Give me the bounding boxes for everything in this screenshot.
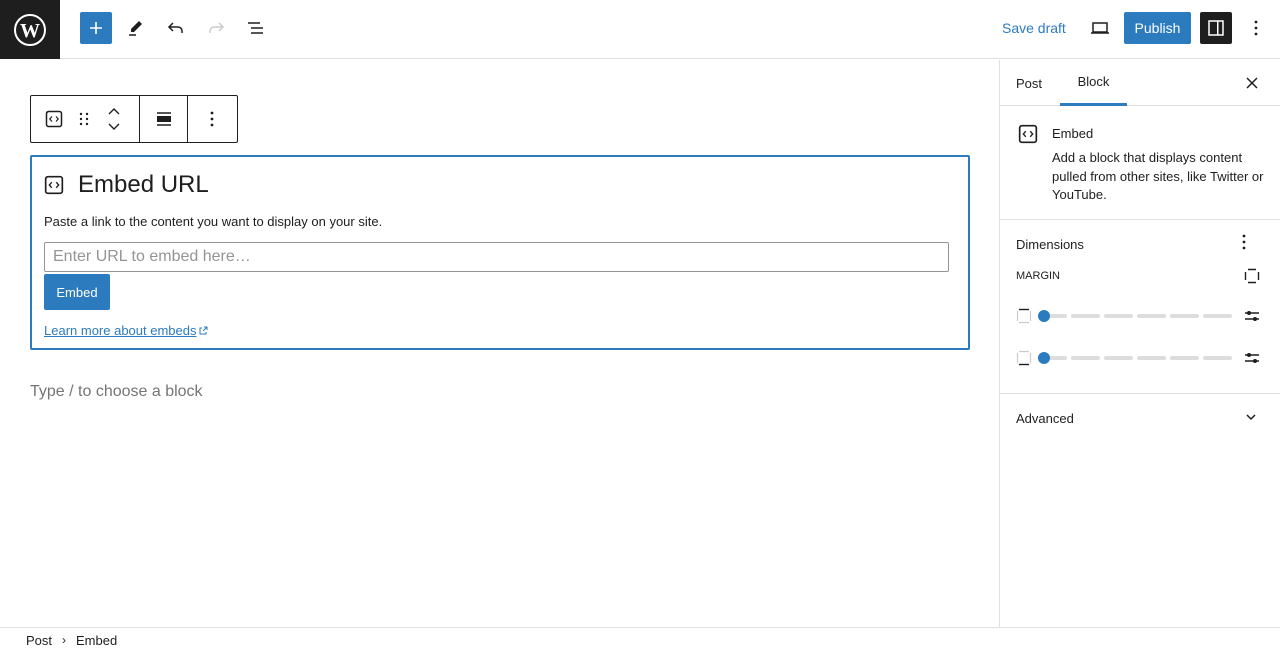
embed-icon [44,175,64,195]
embed-instructions: Paste a link to the content you want to … [44,214,383,229]
plus-icon [90,22,102,34]
advanced-title: Advanced [1016,411,1074,426]
margin-bottom-icon [1016,350,1032,366]
list-view-icon [248,22,263,34]
range-step [1170,356,1199,360]
block-switcher-button[interactable] [39,96,69,142]
margin-top-slider[interactable] [1038,310,1232,322]
chevron-up-icon[interactable] [108,108,120,115]
settings-sidebar: Post Block Embed Add a block that displa… [999,60,1280,627]
learn-more-text: Learn more about embeds [44,323,197,338]
editor-header: W Save draft Publish [0,0,1280,59]
align-button[interactable] [149,96,179,142]
list-view-button[interactable] [240,12,272,44]
unlink-sides-button[interactable] [1244,268,1260,289]
block-mover [99,96,129,142]
tab-block[interactable]: Block [1060,60,1127,106]
embed-url-input[interactable] [44,242,949,272]
embed-icon [1018,124,1038,144]
margin-bottom-control [1016,348,1266,368]
tools-button[interactable] [120,12,152,44]
range-thumb[interactable] [1038,352,1050,364]
default-block-appender[interactable]: Type / to choose a block [30,383,203,401]
settings-toggle-button[interactable] [1200,12,1232,44]
dimensions-title: Dimensions [1016,237,1084,252]
wordpress-logo[interactable]: W [0,0,60,59]
range-step [1203,314,1232,318]
advanced-panel-toggle[interactable]: Advanced [1000,394,1280,442]
settings-sliders-icon [1245,353,1259,363]
embed-placeholder-label: Embed URL [44,171,209,199]
range-step [1104,314,1133,318]
more-vertical-icon [1254,20,1258,36]
margin-top-custom-button[interactable] [1244,308,1260,329]
embed-icon [45,110,63,128]
range-step [1137,356,1166,360]
embed-title: Embed URL [78,171,209,198]
close-sidebar-button[interactable] [1240,71,1264,95]
undo-button[interactable] [160,12,192,44]
breadcrumb-embed: Embed [76,632,118,648]
undo-icon [167,22,183,33]
embed-submit-button[interactable]: Embed [44,274,110,310]
range-step [1170,314,1199,318]
block-card-description: Add a block that displays content pulled… [1052,150,1264,202]
more-vertical-icon [1242,234,1246,250]
wordpress-logo-icon: W [14,13,46,46]
publish-button[interactable]: Publish [1124,12,1191,44]
margin-label: MARGIN [1016,270,1060,282]
range-step [1137,314,1166,318]
block-breadcrumb: Post › Embed [0,627,1280,652]
block-toolbar [30,95,238,143]
block-card: Embed Add a block that displays content … [1000,106,1280,220]
drag-handle[interactable] [69,96,99,142]
dimensions-options-button[interactable] [1242,234,1246,255]
range-step [1104,356,1133,360]
tab-post[interactable]: Post [1016,60,1042,106]
block-toolbar-group-align [140,96,188,142]
options-button[interactable] [1240,12,1272,44]
block-options-button[interactable] [197,96,227,142]
editor-canvas: Embed URL Paste a link to the content yo… [0,60,999,627]
margin-bottom-slider[interactable] [1038,352,1232,364]
block-toolbar-group-move [31,96,140,142]
margin-bottom-custom-button[interactable] [1244,350,1260,371]
range-step [1071,356,1100,360]
preview-button[interactable] [1084,12,1116,44]
chevron-right-icon: › [62,633,67,647]
svg-text:W: W [20,20,40,42]
margin-top-control [1016,306,1266,326]
pencil-icon [129,21,142,36]
chevron-down-icon [1246,414,1256,421]
drag-handle-icon [79,112,89,126]
box-sides-icon [1244,268,1260,284]
breadcrumb-post[interactable]: Post [26,633,52,648]
range-thumb[interactable] [1038,310,1050,322]
range-step [1071,314,1100,318]
more-vertical-icon [210,111,214,127]
margin-top-icon [1016,308,1032,324]
block-inserter-button[interactable] [80,12,112,44]
close-icon [1246,77,1258,89]
settings-sliders-icon [1245,311,1259,321]
dimensions-panel: Dimensions MARGIN [1000,220,1280,394]
external-link-icon [199,326,208,334]
sidebar-tabs: Post Block [1000,60,1280,106]
learn-more-link[interactable]: Learn more about embeds [44,323,208,338]
align-icon [156,112,171,126]
embed-block[interactable]: Embed URL Paste a link to the content yo… [30,155,970,350]
redo-button[interactable] [200,12,232,44]
desktop-icon [1091,22,1109,34]
save-draft-button[interactable]: Save draft [1002,20,1066,36]
range-step [1203,356,1232,360]
chevron-down-icon[interactable] [108,123,120,130]
block-toolbar-group-options [188,96,236,142]
block-card-title: Embed [1052,126,1094,141]
redo-icon [209,22,225,33]
sidebar-icon [1208,20,1224,36]
